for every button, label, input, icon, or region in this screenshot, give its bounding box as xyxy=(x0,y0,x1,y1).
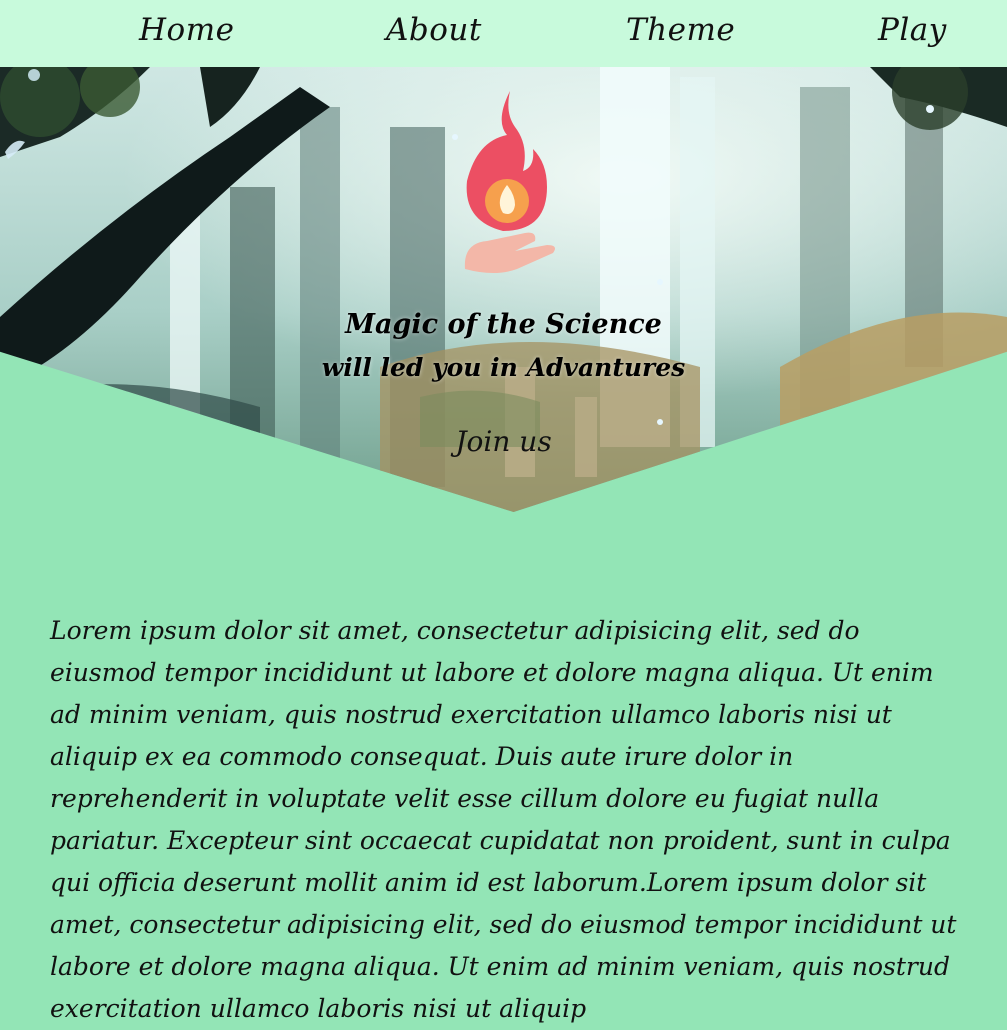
hero-banner: Magic of the Science will led you in Adv… xyxy=(0,67,1007,512)
nav-play-link[interactable]: Play xyxy=(878,12,947,48)
join-us-button[interactable]: Join us xyxy=(0,425,1007,458)
nav-about-link[interactable]: About xyxy=(386,12,482,48)
flame-in-hand-icon xyxy=(464,91,555,273)
nav-home-link[interactable]: Home xyxy=(139,12,234,48)
intro-paragraph: Lorem ipsum dolor sit amet, consectetur … xyxy=(50,616,957,1023)
nav-theme-link[interactable]: Theme xyxy=(626,12,735,48)
hero-title: Magic of the Science xyxy=(345,309,662,340)
hero-subtitle: will led you in Advantures xyxy=(321,353,686,382)
top-navigation: Home About Theme Play xyxy=(0,0,1007,67)
